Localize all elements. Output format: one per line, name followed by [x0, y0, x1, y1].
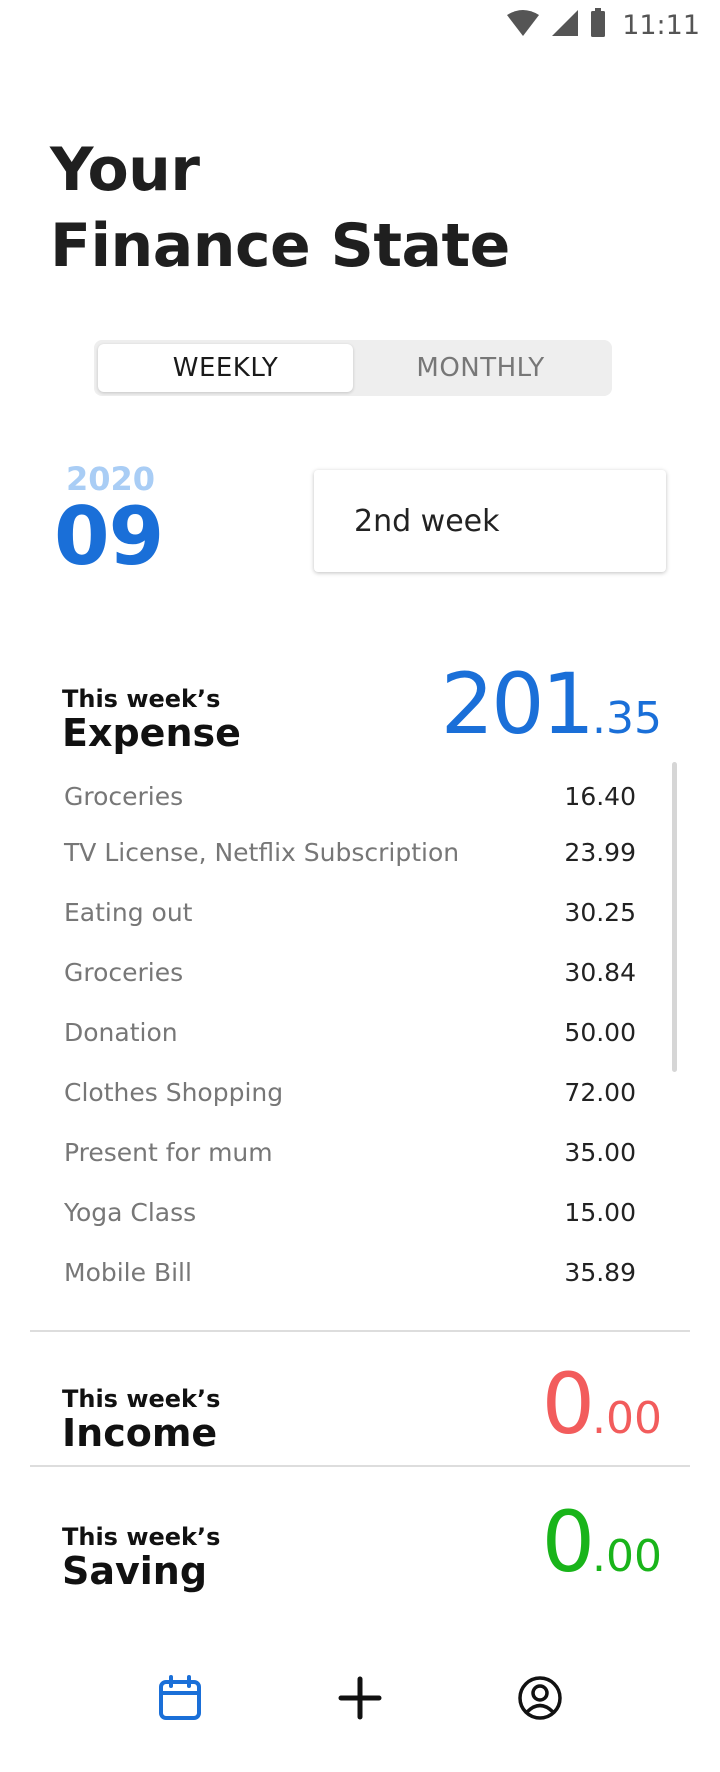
nav-calendar-button[interactable]	[150, 1670, 210, 1730]
nav-add-button[interactable]	[330, 1670, 390, 1730]
expense-name: Eating out	[64, 897, 193, 927]
expense-amount: 50.00	[564, 1017, 636, 1047]
divider	[30, 1465, 690, 1467]
expense-name: Groceries	[64, 781, 184, 811]
divider	[30, 1330, 690, 1332]
saving-summary: This week’s Saving 0.00	[62, 1493, 662, 1591]
saving-label-big: Saving	[62, 1549, 208, 1593]
tab-monthly[interactable]: MONTHLY	[353, 344, 608, 392]
expense-name: Present for mum	[64, 1137, 273, 1167]
list-item[interactable]: Eating out 30.25	[64, 882, 636, 942]
calendar-icon	[158, 1674, 202, 1726]
page-title-line1: Your	[50, 135, 200, 205]
list-item[interactable]: Groceries 16.40	[64, 770, 636, 822]
plus-icon	[338, 1676, 382, 1725]
income-total-int: 0	[541, 1355, 595, 1453]
expense-amount: 30.84	[564, 957, 636, 987]
income-label-small: This week’s	[62, 1385, 221, 1413]
expense-name: Clothes Shopping	[64, 1077, 284, 1107]
date-month: 09	[54, 490, 164, 583]
finance-screen: 11:11 Your Finance State WEEKLY MONTHLY …	[0, 0, 720, 1772]
list-item[interactable]: Donation 50.00	[64, 1002, 636, 1062]
account-icon	[517, 1675, 563, 1726]
expense-name: Mobile Bill	[64, 1257, 192, 1287]
saving-total: 0.00	[542, 1493, 662, 1591]
expense-name: Donation	[64, 1017, 178, 1047]
list-item[interactable]: TV License, Netflix Subscription 23.99	[64, 822, 636, 882]
saving-label-small: This week’s	[62, 1523, 221, 1551]
week-selector-value: 2nd week	[354, 503, 500, 539]
expense-amount: 72.00	[564, 1077, 636, 1107]
period-tabs: WEEKLY MONTHLY	[94, 340, 612, 396]
expense-list-scrollbar[interactable]	[672, 762, 677, 1072]
expense-amount: 16.40	[564, 781, 636, 811]
tab-weekly[interactable]: WEEKLY	[98, 344, 353, 392]
saving-total-int: 0	[541, 1493, 595, 1591]
cell-signal-icon	[550, 9, 580, 42]
nav-account-button[interactable]	[510, 1670, 570, 1730]
week-selector[interactable]: 2nd week	[314, 470, 666, 572]
expense-label-big: Expense	[62, 711, 241, 755]
expense-amount: 15.00	[564, 1197, 636, 1227]
expense-summary: This week’s Expense 201.35	[62, 655, 662, 753]
page-title: Your Finance State	[50, 132, 510, 284]
income-label-big: Income	[62, 1411, 218, 1455]
battery-icon	[590, 7, 606, 43]
expense-label: This week’s Expense	[62, 685, 241, 753]
income-label: This week’s Income	[62, 1385, 220, 1453]
expense-total-dec: .35	[592, 693, 662, 744]
income-total-dec: .00	[592, 1393, 662, 1444]
list-item[interactable]: Groceries 30.84	[64, 942, 636, 1002]
expense-name: TV License, Netflix Subscription	[64, 837, 460, 867]
expense-amount: 35.89	[564, 1257, 636, 1287]
expense-list: Groceries 16.40 TV License, Netflix Subs…	[64, 770, 636, 1302]
list-item[interactable]: Clothes Shopping 72.00	[64, 1062, 636, 1122]
expense-amount: 23.99	[564, 837, 636, 867]
expense-total: 201.35	[441, 655, 662, 753]
status-time: 11:11	[622, 9, 700, 41]
status-bar: 11:11	[0, 0, 720, 50]
list-item[interactable]: Present for mum 35.00	[64, 1122, 636, 1182]
list-item[interactable]: Yoga Class 15.00	[64, 1182, 636, 1242]
expense-amount: 35.00	[564, 1137, 636, 1167]
list-item[interactable]: Mobile Bill 35.89	[64, 1242, 636, 1302]
expense-total-int: 201	[440, 655, 595, 753]
expense-name: Yoga Class	[64, 1197, 197, 1227]
income-summary: This week’s Income 0.00	[62, 1355, 662, 1453]
expense-label-small: This week’s	[62, 685, 221, 713]
saving-label: This week’s Saving	[62, 1523, 220, 1591]
saving-total-dec: .00	[592, 1531, 662, 1582]
expense-name: Groceries	[64, 957, 184, 987]
page-title-line2: Finance State	[50, 211, 510, 281]
expense-amount: 30.25	[564, 897, 636, 927]
bottom-nav	[0, 1650, 720, 1750]
income-total: 0.00	[542, 1355, 662, 1453]
wifi-icon	[506, 9, 540, 42]
